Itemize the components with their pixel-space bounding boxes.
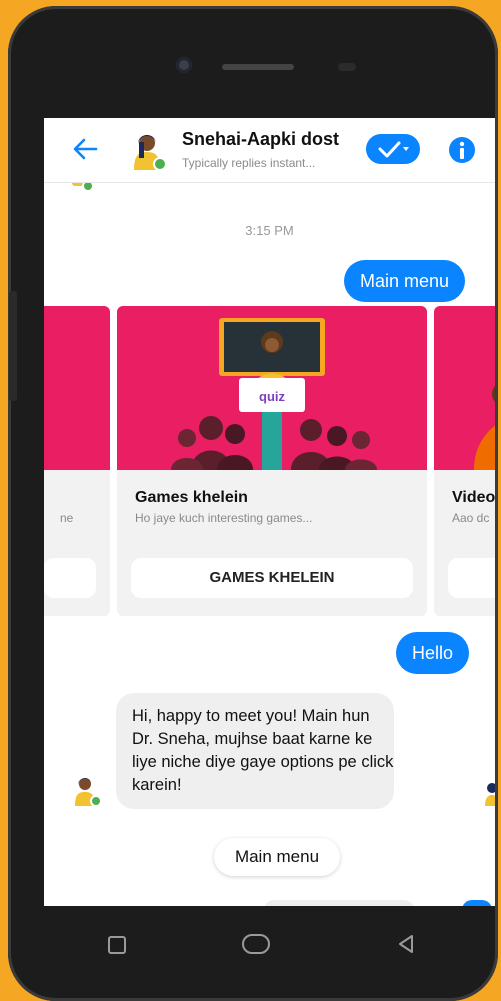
earpiece-speaker [222,64,294,70]
message-timestamp: 3:15 PM [245,223,294,238]
recents-icon[interactable] [108,936,126,954]
incoming-message-text: Hi, happy to meet you! Main hun Dr. Sneh… [132,707,394,794]
card-button-left[interactable] [44,558,96,598]
teacher-illustration: quiz [171,318,377,470]
front-camera [176,57,192,73]
chat-header: Snehai-Aapki dost Typically replies inst… [44,118,495,183]
android-nav-bar [8,911,498,981]
card-subtitle-games: Ho jaye kuch interesting games... [135,511,313,525]
outgoing-hello-bubble: Hello [396,632,470,674]
video-illustration [474,386,495,470]
card-button-video[interactable] [448,558,495,598]
check-dropdown-icon [378,141,409,158]
carousel-card-left[interactable]: ne [44,306,110,616]
messenger-screen: Snehai-Aapki dost Typically replies inst… [44,118,495,906]
back-arrow-icon[interactable] [72,138,98,160]
outgoing-main-menu-bubble: Main menu [344,260,466,302]
main-menu-quick-reply[interactable]: Main menu [214,838,340,876]
card-subtitle-left: ne [60,511,74,525]
games-khelein-button[interactable]: GAMES KHELEIN [131,558,413,598]
quiz-sign-text: quiz [259,389,285,404]
phone-frame: Snehai-Aapki dost Typically replies inst… [8,6,498,1001]
side-button [9,291,17,401]
next-bubble-peek [462,900,492,906]
seen-avatar-icon [485,783,495,806]
back-triangle-icon[interactable] [396,933,416,955]
contact-avatar[interactable] [126,128,168,172]
card-title-games: Games khelein [135,489,248,506]
card-image-left [44,306,110,470]
check-dropdown-button[interactable] [366,134,420,164]
contact-status: Typically replies instant... [182,156,316,170]
card-image-games: quiz [117,306,427,470]
carousel-card-video[interactable]: Video Aao dc [434,306,495,616]
card-image-video [434,306,495,470]
menu-carousel[interactable]: ne quiz Games khelein Ho jaye kuch inter… [44,306,495,616]
carousel-card-games[interactable]: quiz Games khelein Ho jaye kuch interest… [117,306,427,616]
bot-avatar-icon [75,778,102,807]
next-quick-reply-peek [264,900,414,906]
card-subtitle-video: Aao dc [452,511,490,525]
contact-name[interactable]: Snehai-Aapki dost [182,129,339,150]
card-title-video: Video [452,489,495,506]
home-icon[interactable] [242,934,270,954]
info-icon[interactable] [448,136,476,164]
proximity-sensor [338,63,356,71]
incoming-message-bubble: Hi, happy to meet you! Main hun Dr. Sneh… [116,693,394,809]
